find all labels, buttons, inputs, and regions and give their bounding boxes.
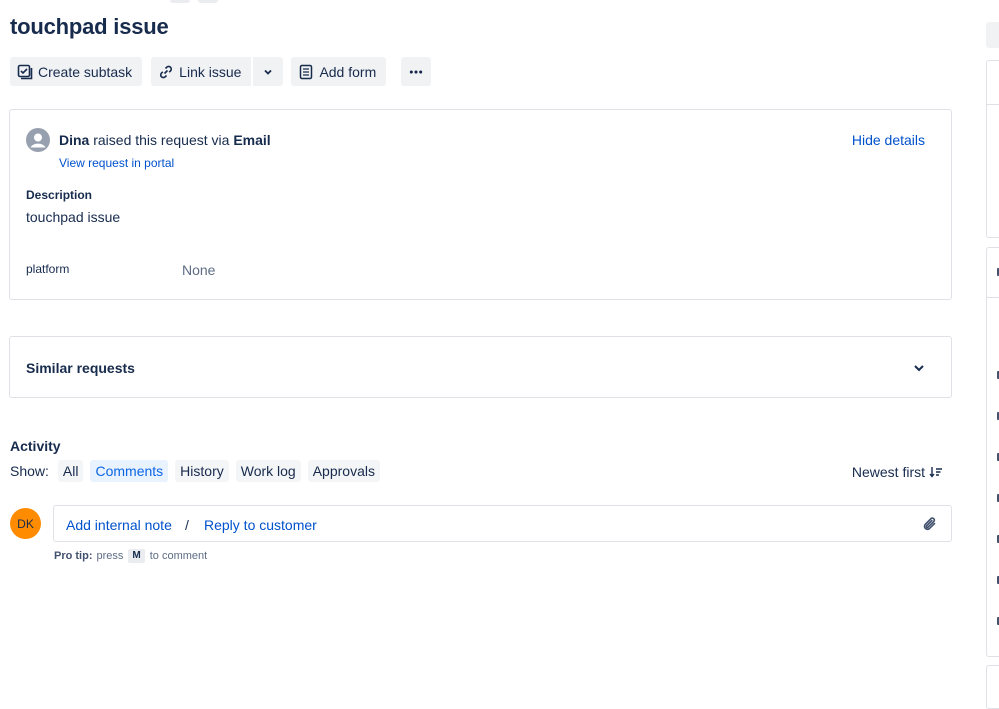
channel-name: Email bbox=[233, 132, 271, 148]
attachment-icon[interactable] bbox=[921, 515, 939, 533]
reply-to-customer-button[interactable]: Reply to customer bbox=[204, 517, 317, 533]
comment-separator: / bbox=[185, 517, 189, 533]
activity-filter-row: Show: All Comments History Work log Appr… bbox=[10, 460, 387, 482]
raised-text: raised this request via bbox=[93, 132, 230, 148]
show-label: Show: bbox=[10, 463, 49, 479]
right-panel-more bbox=[986, 665, 999, 709]
similar-requests-label: Similar requests bbox=[26, 360, 135, 376]
add-form-label: Add form bbox=[319, 63, 377, 80]
right-panel-sla bbox=[986, 60, 999, 238]
platform-label: platform bbox=[26, 262, 70, 276]
more-horizontal-icon bbox=[410, 69, 423, 74]
description-label: Description bbox=[26, 188, 93, 202]
create-subtask-label: Create subtask bbox=[38, 63, 133, 80]
comment-input-box[interactable]: Add internal note / Reply to customer bbox=[53, 505, 952, 542]
issue-toolbar: Create subtask Link issue Add form bbox=[10, 57, 432, 86]
form-icon bbox=[298, 64, 314, 80]
issue-title[interactable]: touchpad issue bbox=[10, 14, 169, 40]
protip-pre: press bbox=[96, 550, 124, 562]
right-panel-details bbox=[986, 247, 999, 657]
create-subtask-button[interactable]: Create subtask bbox=[10, 57, 143, 86]
link-icon bbox=[158, 64, 174, 80]
protip-post: to comment bbox=[149, 550, 208, 562]
sort-icon bbox=[929, 467, 942, 478]
current-user-avatar: DK bbox=[10, 508, 41, 539]
top-toolbar-stubs bbox=[170, 0, 218, 3]
default-avatar-icon bbox=[26, 128, 50, 152]
pro-tip: Pro tip: press M to comment bbox=[54, 549, 207, 563]
shortcut-key: M bbox=[128, 549, 145, 563]
activity-heading: Activity bbox=[10, 438, 61, 454]
raised-by-text: Dina raised this request via Email bbox=[59, 132, 271, 148]
protip-label: Pro tip: bbox=[54, 550, 93, 562]
filter-all[interactable]: All bbox=[57, 460, 84, 482]
reporter-name[interactable]: Dina bbox=[59, 132, 89, 148]
more-actions-button[interactable] bbox=[401, 57, 432, 86]
link-issue-label: Link issue bbox=[179, 63, 242, 80]
chevron-down-icon bbox=[264, 69, 273, 75]
link-issue-dropdown-button[interactable] bbox=[253, 57, 284, 86]
chevron-down-icon bbox=[914, 365, 924, 372]
link-issue-button[interactable]: Link issue bbox=[151, 57, 252, 86]
filter-work-log[interactable]: Work log bbox=[235, 460, 301, 482]
description-value[interactable]: touchpad issue bbox=[26, 209, 120, 225]
sort-order-button[interactable]: Newest first bbox=[852, 464, 943, 480]
add-internal-note-button[interactable]: Add internal note bbox=[66, 517, 172, 533]
platform-value[interactable]: None bbox=[182, 262, 215, 278]
filter-history[interactable]: History bbox=[175, 460, 229, 482]
filter-approvals[interactable]: Approvals bbox=[307, 460, 380, 482]
similar-requests-panel[interactable]: Similar requests bbox=[9, 336, 952, 398]
subtask-icon bbox=[17, 64, 33, 80]
request-details-card: Dina raised this request via Email View … bbox=[9, 109, 952, 300]
view-in-portal-link[interactable]: View request in portal bbox=[59, 156, 174, 170]
filter-comments[interactable]: Comments bbox=[90, 460, 169, 482]
hide-details-button[interactable]: Hide details bbox=[852, 132, 925, 148]
sort-order-label: Newest first bbox=[851, 464, 925, 480]
right-panel-status-button[interactable] bbox=[986, 22, 999, 48]
add-form-button[interactable]: Add form bbox=[291, 57, 387, 86]
